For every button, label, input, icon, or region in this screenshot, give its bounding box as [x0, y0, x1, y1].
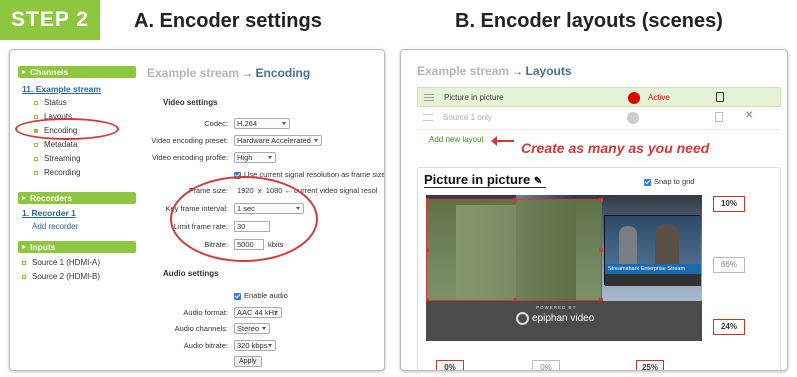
pip-source-region[interactable]: Streamshark Enterprise Stream	[604, 215, 701, 286]
person-icon	[619, 226, 637, 266]
editor-title[interactable]: Picture in picture ✎	[424, 172, 547, 188]
audio-format-select[interactable]: AAC 44 kHz	[234, 307, 282, 318]
logo-band[interactable]: POWERED BY epiphan video	[426, 301, 702, 341]
sidebar-item-status[interactable]: Status	[34, 98, 67, 107]
encoder-settings-panel: Channels 11. Example stream Status Layou…	[9, 49, 385, 371]
breadcrumb: Example stream → Encoding	[147, 66, 311, 80]
step-badge: STEP 2	[0, 0, 100, 40]
pct-bottom-right[interactable]: 25%	[636, 360, 664, 370]
pip-banner: Streamshark Enterprise Stream	[605, 264, 701, 274]
pct-lower[interactable]: 24%	[713, 319, 745, 335]
audio-bitrate-select[interactable]: 320 kbps	[234, 340, 276, 351]
pct-bottom-left[interactable]: 0%	[436, 360, 464, 370]
add-new-layout-link[interactable]: Add new layout	[429, 135, 484, 144]
copy-icon[interactable]	[715, 112, 723, 122]
pct-top[interactable]: 10%	[713, 196, 745, 212]
copy-icon[interactable]	[716, 92, 724, 102]
sidebar: Channels	[18, 66, 136, 78]
preset-select[interactable]: Hardware Accelerated	[234, 135, 322, 146]
input-source-2[interactable]: Source 2 (HDMI-B)	[22, 272, 100, 281]
sidebar-item-metadata[interactable]: Metadata	[34, 140, 77, 149]
layout-editor: Picture in picture ✎ Snap to grid Stream…	[417, 167, 781, 370]
preset-label: Video encoding preset:	[151, 136, 228, 145]
inactive-status-icon[interactable]	[627, 112, 639, 124]
layouts-panel: Example stream → Layouts Picture in pict…	[400, 49, 788, 371]
layout-name[interactable]: Picture in picture	[444, 93, 504, 102]
encoding-highlight-oval	[15, 118, 119, 140]
snap-to-grid-checkbox[interactable]	[644, 178, 651, 186]
active-status-label: Active	[648, 93, 670, 102]
pencil-icon[interactable]: ✎	[534, 176, 542, 187]
callout-text: Create as many as you need	[521, 140, 710, 156]
snap-to-grid[interactable]: Snap to grid	[644, 177, 694, 186]
drag-handle-icon[interactable]	[424, 94, 434, 101]
section-a-title: A. Encoder settings	[134, 10, 322, 32]
layout-row-active[interactable]: Picture in picture Active	[417, 87, 781, 107]
person-icon	[655, 224, 679, 268]
sidebar-item-recording[interactable]: Recording	[34, 168, 80, 177]
delete-icon[interactable]: ✕	[745, 110, 753, 121]
inputs-header: Inputs	[18, 241, 136, 253]
audio-bitrate-label: Audio bitrate:	[183, 341, 228, 350]
breadcrumb-stream[interactable]: Example stream	[147, 66, 239, 80]
input-source-1[interactable]: Source 1 (HDMI-A)	[22, 258, 100, 267]
codec-label: Codec:	[204, 119, 228, 128]
audio-channels-select[interactable]: Stereo	[234, 323, 270, 334]
layout-row[interactable]: Source 1 only ✕	[417, 108, 781, 128]
drag-handle-icon[interactable]	[423, 114, 433, 121]
layout-name[interactable]: Source 1 only	[443, 113, 492, 122]
breadcrumb-page: Encoding	[255, 66, 311, 80]
add-recorder-link[interactable]: Add recorder	[32, 222, 78, 231]
audio-format-label: Audio format:	[183, 308, 228, 317]
profile-label: Video encoding profile:	[151, 153, 228, 162]
layout-canvas[interactable]: Streamshark Enterprise Stream POWERED BY…	[426, 195, 702, 341]
audio-channels-label: Audio channels:	[174, 324, 228, 333]
codec-select[interactable]: H.264	[234, 118, 290, 129]
layouts-breadcrumb-page: Layouts	[525, 64, 572, 78]
enable-audio[interactable]: Enable audio	[234, 291, 288, 300]
video-settings-title: Video settings	[163, 98, 218, 107]
epiphan-logo-icon	[516, 312, 529, 325]
frame-settings-highlight-oval	[170, 176, 318, 262]
enable-audio-checkbox[interactable]	[234, 292, 241, 300]
recorders-header: Recorders	[18, 192, 136, 204]
logo-small-text: POWERED BY	[536, 305, 577, 310]
callout-arrowhead	[491, 136, 497, 146]
recorder-item[interactable]: 1. Recorder 1	[22, 208, 76, 218]
source-1-region[interactable]	[426, 198, 603, 302]
apply-button[interactable]: Apply	[234, 356, 262, 367]
channel-name[interactable]: 11. Example stream	[22, 84, 101, 94]
audio-settings-title: Audio settings	[163, 269, 219, 278]
pct-mid[interactable]: 66%	[713, 257, 745, 273]
layouts-breadcrumb: Example stream → Layouts	[417, 64, 572, 78]
sidebar-item-streaming[interactable]: Streaming	[34, 154, 80, 163]
logo-text: epiphan video	[532, 313, 595, 324]
layouts-breadcrumb-stream[interactable]: Example stream	[417, 64, 509, 78]
section-b-title: B. Encoder layouts (scenes)	[455, 10, 723, 32]
channels-header: Channels	[18, 66, 136, 78]
active-status-icon[interactable]	[628, 92, 640, 104]
profile-select[interactable]: High	[234, 152, 276, 163]
pct-bottom-mid[interactable]: 0%	[532, 360, 560, 370]
callout-arrow	[494, 140, 514, 142]
